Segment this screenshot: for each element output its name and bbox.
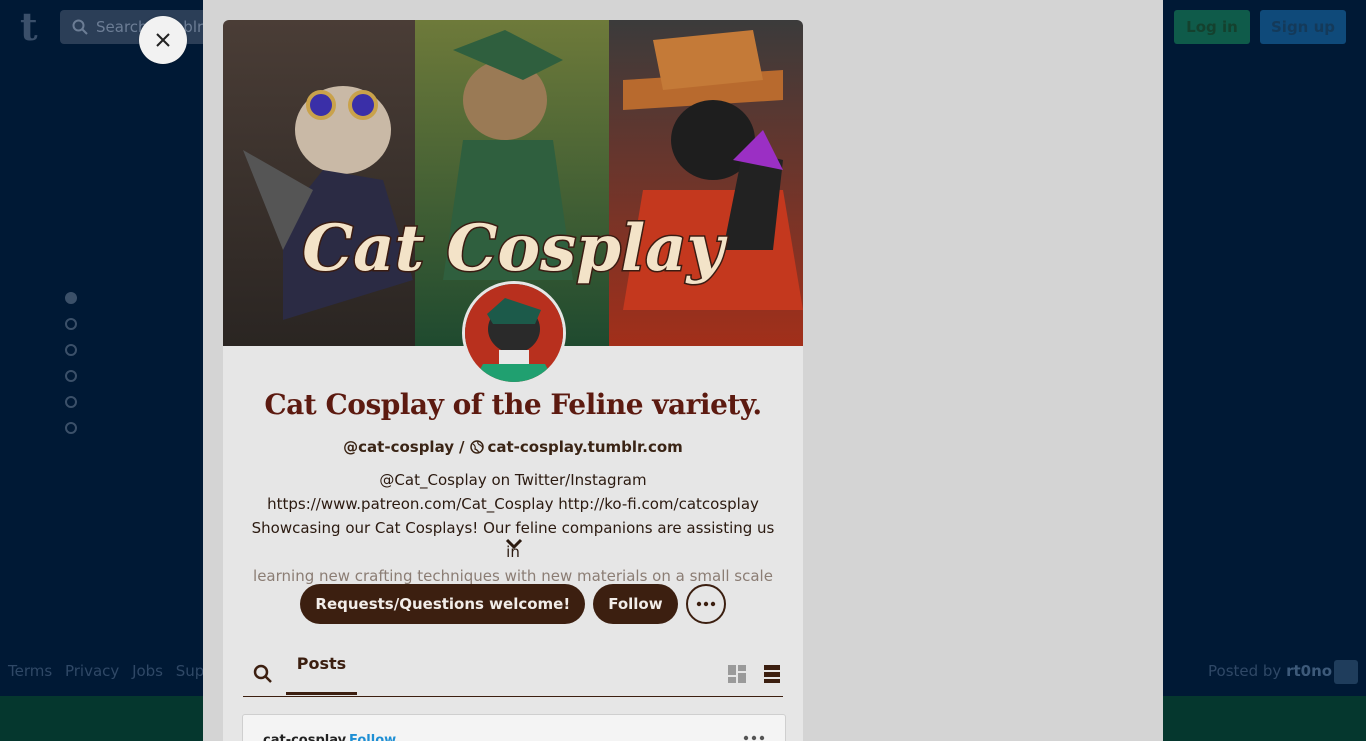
blog-handle-row: @cat-cosplay / cat-cosplay.tumblr.com — [223, 438, 803, 456]
footer-link-privacy[interactable]: Privacy — [65, 662, 119, 680]
tab-posts[interactable]: Posts — [286, 654, 357, 695]
posted-by-avatar[interactable] — [1334, 660, 1358, 684]
avatar[interactable] — [462, 281, 566, 385]
globe-icon — [469, 440, 484, 454]
blog-url[interactable]: cat-cosplay.tumblr.com — [488, 438, 683, 456]
footer-link-terms[interactable]: Terms — [8, 662, 52, 680]
search-icon[interactable] — [253, 664, 273, 684]
blog-title: Cat Cosplay of the Feline variety. — [264, 388, 762, 421]
header-title: Cat Cosplay — [302, 211, 727, 286]
carousel-dot[interactable] — [65, 318, 77, 330]
ask-button[interactable]: Requests/Questions welcome! — [300, 584, 586, 624]
follow-button[interactable]: Follow — [593, 584, 678, 624]
footer-links: Terms Privacy Jobs Supp — [8, 662, 222, 680]
post-follow-link[interactable]: Follow — [349, 733, 396, 741]
blog-card: Cat Cosplay Cat Cosplay of the Feline va… — [223, 20, 803, 741]
blog-tabs: Posts — [243, 654, 783, 697]
close-icon — [156, 33, 170, 47]
search-icon — [72, 19, 88, 35]
carousel-dot[interactable] — [65, 422, 77, 434]
carousel-dot[interactable] — [65, 370, 77, 382]
ellipsis-icon — [696, 601, 715, 607]
list-view-icon[interactable] — [763, 664, 781, 684]
grid-view-icon[interactable] — [727, 664, 747, 684]
posted-by: Posted by rt0no — [1208, 662, 1332, 680]
description-line: @Cat_Cosplay on Twitter/Instagram — [379, 471, 647, 489]
footer-link-jobs[interactable]: Jobs — [132, 662, 163, 680]
ellipsis-icon[interactable] — [743, 735, 765, 741]
post-username[interactable]: cat-cosplay — [263, 733, 346, 741]
more-options-button[interactable] — [685, 584, 726, 624]
blog-actions: Requests/Questions welcome! Follow — [223, 584, 803, 624]
login-button[interactable]: Log in — [1174, 10, 1250, 44]
carousel-dots — [65, 292, 77, 448]
signup-button[interactable]: Sign up — [1260, 10, 1346, 44]
handle-separator: / — [459, 438, 465, 456]
posted-by-label: Posted by — [1208, 662, 1282, 680]
carousel-dot[interactable] — [65, 292, 77, 304]
description-line[interactable]: https://www.patreon.com/Cat_Cosplay http… — [243, 492, 783, 516]
tumblr-logo[interactable]: t — [20, 8, 46, 46]
chevron-down-icon[interactable] — [505, 538, 523, 550]
carousel-dot[interactable] — [65, 344, 77, 356]
posted-by-user[interactable]: rt0no — [1286, 662, 1332, 680]
close-button[interactable] — [139, 16, 187, 64]
post-card: cat-cosplay Follow — [242, 714, 786, 741]
blog-handle[interactable]: @cat-cosplay — [343, 438, 454, 456]
carousel-dot[interactable] — [65, 396, 77, 408]
